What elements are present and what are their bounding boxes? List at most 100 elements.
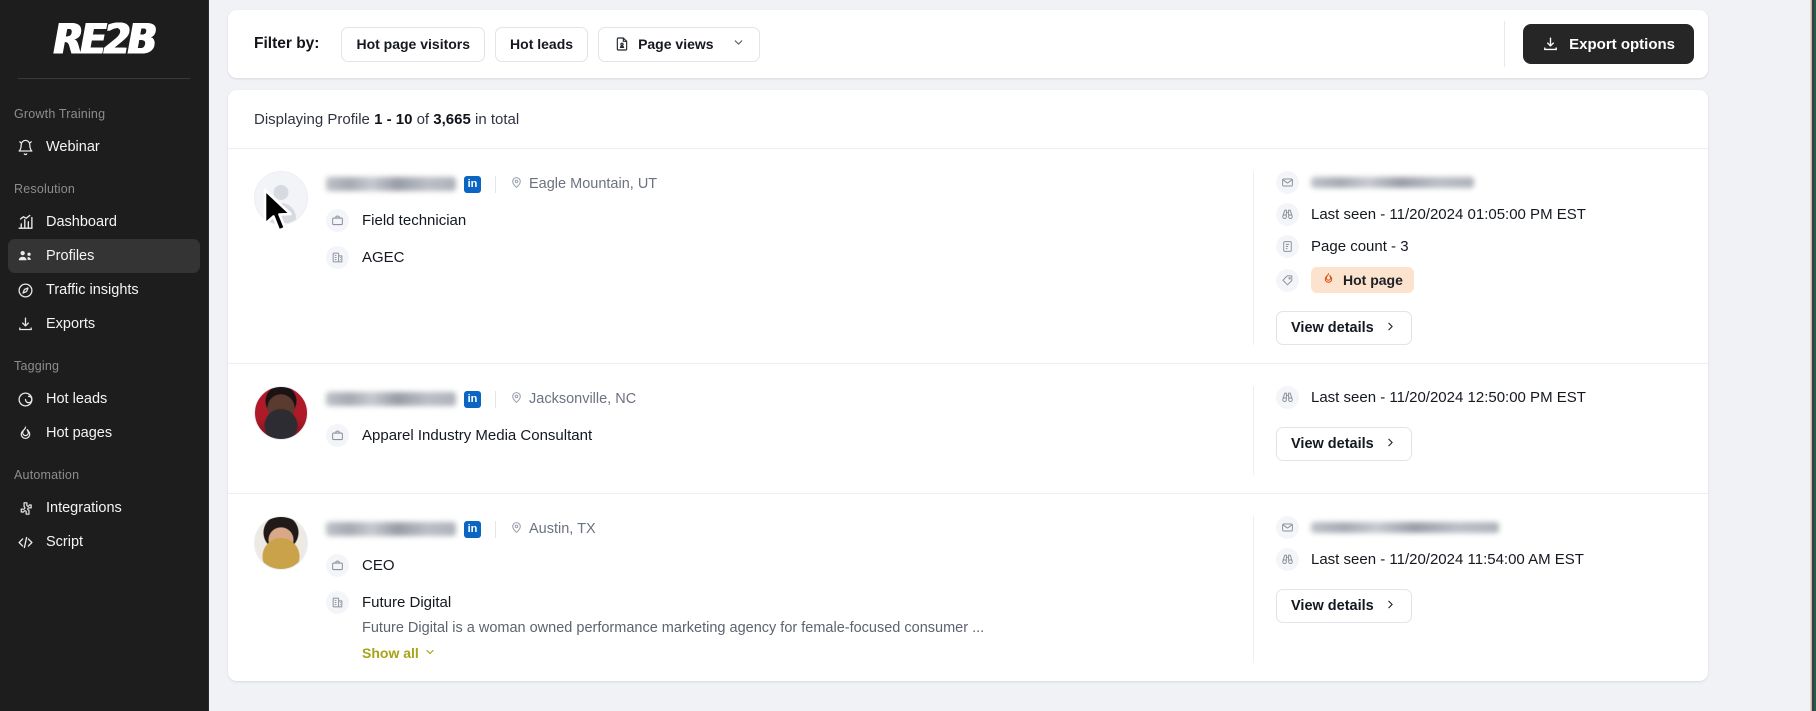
filter-chip-page-views[interactable]: Page views xyxy=(598,26,760,62)
divider xyxy=(495,520,496,538)
page-icon xyxy=(613,36,630,53)
flame-icon xyxy=(1322,272,1335,288)
profile-row[interactable]: in Austin, TX CEO Future Digital Future … xyxy=(228,494,1708,681)
profile-row-right: Last seen - 11/20/2024 11:54:00 AM EST V… xyxy=(1253,516,1708,663)
sidebar-item-profiles[interactable]: Profiles xyxy=(8,239,200,273)
show-all-toggle[interactable]: Show all xyxy=(362,645,436,661)
chevron-right-icon xyxy=(1384,436,1397,453)
profile-row-left: in Eagle Mountain, UT Field technician A… xyxy=(228,171,1253,345)
compass-icon xyxy=(17,282,34,299)
redacted-name xyxy=(326,177,456,191)
mail-icon xyxy=(1276,171,1299,194)
sidebar-item-hot-pages[interactable]: Hot pages xyxy=(8,416,200,450)
chevron-down-icon xyxy=(732,36,745,52)
pin-icon xyxy=(510,176,523,193)
chevron-right-icon xyxy=(1384,598,1397,615)
view-details-button[interactable]: View details xyxy=(1276,311,1412,345)
brand-logo-text: RE2B xyxy=(53,14,158,64)
profile-job-title-text: CEO xyxy=(362,557,395,574)
chip-label: Hot page visitors xyxy=(356,36,471,52)
profile-page-count-text: Page count - 3 xyxy=(1311,238,1409,255)
sidebar-section-automation: Automation xyxy=(14,468,80,482)
pin-icon xyxy=(510,391,523,408)
filter-bar-divider xyxy=(1504,21,1506,67)
divider xyxy=(495,390,496,408)
sidebar-section-resolution: Resolution xyxy=(14,182,76,196)
linkedin-icon[interactable]: in xyxy=(464,390,481,408)
avatar xyxy=(254,516,308,570)
profile-company-text: Future Digital xyxy=(362,594,452,611)
chip-label: Page views xyxy=(638,36,714,52)
profile-job-title: CEO xyxy=(326,554,984,577)
main-content: Filter by: Hot page visitors Hot leads P… xyxy=(209,0,1816,711)
view-details-label: View details xyxy=(1291,320,1374,336)
sidebar-item-label: Hot leads xyxy=(46,391,108,407)
view-details-button[interactable]: View details xyxy=(1276,589,1412,623)
profile-identity: in Eagle Mountain, UT Field technician A… xyxy=(326,171,657,345)
profile-job-title: Field technician xyxy=(326,209,657,232)
filter-chip-hot-leads[interactable]: Hot leads xyxy=(495,26,589,62)
status-badge[interactable]: Hot page xyxy=(1311,267,1414,293)
building-icon xyxy=(326,246,349,269)
redacted-email xyxy=(1311,522,1499,533)
sidebar-item-hot-leads[interactable]: Hot leads xyxy=(8,382,200,416)
puzzle-icon xyxy=(17,500,34,517)
pin-icon xyxy=(510,521,523,538)
profile-row-right: Last seen - 11/20/2024 01:05:00 PM EST P… xyxy=(1253,171,1708,345)
sidebar-section-growth-training: Growth Training xyxy=(14,107,106,121)
profile-company-text: AGEC xyxy=(362,249,405,266)
sidebar-item-traffic-insights[interactable]: Traffic insights xyxy=(8,273,200,307)
sidebar-item-integrations[interactable]: Integrations xyxy=(8,491,200,525)
bell-icon xyxy=(17,139,34,156)
chart-icon xyxy=(17,214,34,231)
view-details-label: View details xyxy=(1291,598,1374,614)
sidebar-item-dashboard[interactable]: Dashboard xyxy=(8,205,200,239)
sidebar-section-tagging: Tagging xyxy=(14,359,60,373)
binoculars-icon xyxy=(1276,548,1299,571)
filter-chip-hot-page-visitors[interactable]: Hot page visitors xyxy=(341,26,486,62)
code-icon xyxy=(17,534,34,551)
sidebar-item-script[interactable]: Script xyxy=(8,525,200,559)
profile-location: Eagle Mountain, UT xyxy=(510,176,657,193)
profile-last-seen: Last seen - 11/20/2024 11:54:00 AM EST xyxy=(1276,548,1690,571)
sidebar-item-label: Integrations xyxy=(46,500,122,516)
people-icon xyxy=(17,248,34,265)
filter-by-label: Filter by: xyxy=(254,35,320,52)
briefcase-icon xyxy=(326,554,349,577)
profile-job-title-text: Apparel Industry Media Consultant xyxy=(362,427,593,444)
profile-identity: in Austin, TX CEO Future Digital Future … xyxy=(326,516,984,663)
divider xyxy=(495,175,496,193)
avatar xyxy=(254,171,308,225)
summary-suffix: in total xyxy=(475,111,520,128)
profile-row[interactable]: in Jacksonville, NC Apparel Industry Med… xyxy=(228,364,1708,494)
brand-logo[interactable]: RE2B xyxy=(0,0,208,78)
sidebar: RE2B Growth Training Webinar Resolution … xyxy=(0,0,209,711)
briefcase-icon xyxy=(326,424,349,447)
summary-range: 1 - 10 xyxy=(374,111,413,128)
profile-email xyxy=(1276,171,1690,194)
linkedin-icon[interactable]: in xyxy=(464,520,481,538)
sidebar-item-exports[interactable]: Exports xyxy=(8,307,200,341)
sidebar-item-label: Profiles xyxy=(46,248,95,264)
sidebar-item-label: Exports xyxy=(46,316,96,332)
view-details-button[interactable]: View details xyxy=(1276,427,1412,461)
sidebar-item-webinar[interactable]: Webinar xyxy=(8,130,200,164)
list-summary: Displaying Profile 1 - 10 of 3,665 in to… xyxy=(228,90,1708,149)
profile-name-line: in Austin, TX xyxy=(326,518,984,540)
redacted-name xyxy=(326,392,456,406)
export-options-button[interactable]: Export options xyxy=(1523,24,1694,64)
mail-icon xyxy=(1276,516,1299,539)
sidebar-item-label: Hot pages xyxy=(46,425,113,441)
target-icon xyxy=(17,391,34,408)
profile-last-seen-text: Last seen - 11/20/2024 12:50:00 PM EST xyxy=(1311,389,1586,406)
summary-total: 3,665 xyxy=(433,111,471,128)
linkedin-icon[interactable]: in xyxy=(464,175,481,193)
profile-row[interactable]: in Eagle Mountain, UT Field technician A… xyxy=(228,149,1708,364)
redacted-email xyxy=(1311,177,1474,188)
binoculars-icon xyxy=(1276,203,1299,226)
profile-description: Future Digital is a woman owned performa… xyxy=(362,620,985,636)
status-badge-label: Hot page xyxy=(1343,272,1403,288)
flame-icon xyxy=(17,425,34,442)
redacted-name xyxy=(326,522,456,536)
binoculars-icon xyxy=(1276,386,1299,409)
